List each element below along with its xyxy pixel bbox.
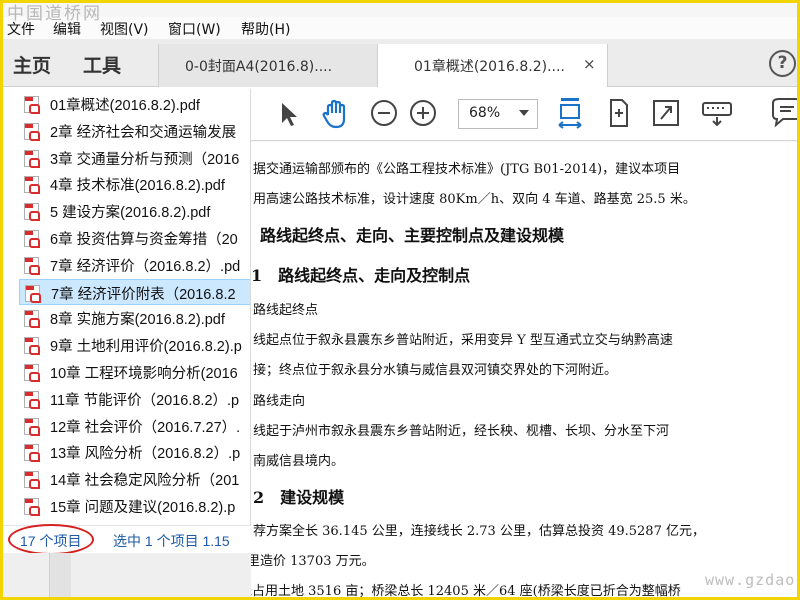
tab-tools[interactable]: 工具 xyxy=(83,51,121,78)
file-name: 5 建设方案(2016.8.2).pdf xyxy=(50,205,211,222)
file-list-item[interactable]: 9章 土地利用评价(2016.8.2).p xyxy=(19,332,250,358)
document-line: 路线走向 xyxy=(253,394,306,409)
rotate-page-icon[interactable] xyxy=(601,95,635,131)
sidebar-footer xyxy=(3,553,251,597)
pdf-file-icon xyxy=(24,390,40,409)
pdf-file-icon xyxy=(24,230,40,248)
pdf-file-icon xyxy=(24,444,40,463)
zoom-out-icon[interactable] xyxy=(367,95,401,131)
document-tab-active[interactable]: 01章概述(2016.8.2).... xyxy=(378,44,608,88)
file-list-item[interactable]: 7章 经济评价附表（2016.8.2 xyxy=(19,278,250,305)
menu-bar: 文件 编辑 视图(V) 窗口(W) 帮助(H) xyxy=(3,17,797,39)
watermark-top: 中国道桥网 xyxy=(7,4,102,24)
zoom-in-icon[interactable] xyxy=(406,95,440,131)
comment-icon[interactable] xyxy=(769,95,797,131)
pdf-file-icon xyxy=(24,122,40,141)
file-list-item[interactable]: 13章 风险分析（2016.8.2）.p xyxy=(19,439,250,465)
file-list-item[interactable]: 12章 社会评价（2016.7.27）. xyxy=(19,413,250,439)
highlight-circle xyxy=(8,524,94,555)
file-name: 11章 节能评价（2016.8.2）.p xyxy=(50,392,240,409)
file-list-item[interactable]: 10章 工程环境影响分析(2016 xyxy=(19,359,250,385)
pdf-file-icon xyxy=(25,284,41,303)
hand-icon[interactable] xyxy=(318,95,352,131)
file-name: 14章 社会稳定风险分析（201 xyxy=(50,473,240,490)
document-line: 接；终点位于叙永县分水镇与威信县双河镇交界处的下河附近。 xyxy=(253,363,618,378)
file-name: 12章 社会评价（2016.7.27）. xyxy=(50,419,241,436)
tab-bar: 主页 工具 0-0封面A4(2016.8).... 01章概述(2016.8.2… xyxy=(3,39,797,88)
selection-info: 选中 1 个项目 1.15 xyxy=(113,533,230,549)
document-tab-label: 01章概述(2016.8.2).... xyxy=(414,59,565,75)
file-name: 6章 投资估算与资金筹措（20 xyxy=(50,232,238,248)
keyboard-icon[interactable] xyxy=(700,95,734,131)
chevron-down-icon xyxy=(519,110,529,116)
menu-help[interactable]: 帮助(H) xyxy=(241,19,290,39)
scrollbar[interactable] xyxy=(49,553,71,597)
file-name: 13章 风险分析（2016.8.2）.p xyxy=(50,446,241,463)
pdf-file-icon xyxy=(24,337,40,356)
help-icon[interactable]: ? xyxy=(769,50,796,77)
file-list-item[interactable]: 4章 技术标准(2016.8.2).pdf xyxy=(19,171,250,197)
file-name: 10章 工程环境影响分析(2016 xyxy=(50,366,238,382)
file-list-item[interactable]: 7章 经济评价（2016.8.2）.pd xyxy=(19,252,250,278)
pdf-file-icon xyxy=(24,96,40,114)
app-window: 中国道桥网 文件 编辑 视图(V) 窗口(W) 帮助(H) 主页 工具 0-0封… xyxy=(0,0,800,600)
document-line: 线起点位于叙永县震东乡普站附近，采用变异 Y 型互通式立交与纳黔高速 xyxy=(253,333,673,348)
zoom-value: 68% xyxy=(469,105,501,121)
file-name: 7章 经济评价附表（2016.8.2 xyxy=(51,286,236,303)
tab-home[interactable]: 主页 xyxy=(13,51,51,78)
menu-window[interactable]: 窗口(W) xyxy=(168,19,221,39)
file-list-item[interactable]: 8章 实施方案(2016.8.2).pdf xyxy=(19,305,250,331)
pdf-file-icon xyxy=(24,256,40,275)
pdf-file-icon xyxy=(24,498,40,516)
file-name: 01章概述(2016.8.2).pdf xyxy=(50,98,200,114)
pdf-file-icon xyxy=(24,364,40,382)
document-line: 路线起终点 xyxy=(253,303,319,318)
zoom-dropdown[interactable]: 68% xyxy=(458,99,538,129)
fit-width-icon[interactable] xyxy=(553,95,587,131)
pdf-file-icon xyxy=(24,471,40,490)
watermark-bottom: www.gzdao.com xyxy=(705,571,797,589)
pdf-file-icon xyxy=(24,417,40,436)
fullscreen-icon[interactable] xyxy=(649,95,683,131)
menu-view[interactable]: 视图(V) xyxy=(100,19,149,39)
file-list-item[interactable]: 6章 投资估算与资金筹措（20 xyxy=(19,225,250,251)
select-arrow-icon[interactable] xyxy=(271,95,305,131)
file-list-item[interactable]: 3章 交通量分析与预测（2016 xyxy=(19,145,250,171)
file-list-item[interactable]: 01章概述(2016.8.2).pdf xyxy=(19,91,250,117)
pdf-file-icon xyxy=(24,203,40,222)
pdf-file-icon xyxy=(24,310,40,329)
file-list-item[interactable]: 5 建设方案(2016.8.2).pdf xyxy=(19,198,250,224)
document-line: 全线占用土地 3516 亩；桥梁总长 12405 米／64 座(桥梁长度已折合为… xyxy=(251,584,681,599)
file-list-item[interactable]: 15章 问题及建议(2016.8.2).p xyxy=(19,493,250,519)
file-list-panel: 01章概述(2016.8.2).pdf 2章 经济社会和交通运输发展 3章 交通量分… xyxy=(3,89,251,525)
document-subheading: 1 路线起终点、走向及控制点 xyxy=(251,266,471,285)
document-line: 南威信县境内。 xyxy=(253,454,345,469)
document-subheading: 2 建设规模 xyxy=(253,488,345,507)
file-name: 8章 实施方案(2016.8.2).pdf xyxy=(50,312,225,329)
file-name: 3章 交通量分析与预测（2016 xyxy=(50,151,240,168)
document-line: 荐方案全长 36.145 公里，连接线长 2.73 公里，估算总投资 49.52… xyxy=(253,524,705,539)
document-heading: 路线起终点、走向、主要控制点及建设规模 xyxy=(260,226,565,245)
file-name: 7章 经济评价（2016.8.2）.pd xyxy=(50,258,241,275)
pdf-file-icon xyxy=(24,149,40,168)
document-line: 用高速公路技术标准，设计速度 80Km／h、双向 4 车道、路基宽 25.5 米… xyxy=(253,192,696,207)
file-name: 15章 问题及建议(2016.8.2).p xyxy=(50,500,236,516)
document-line: 据交通运输部颁布的《公路工程技术标准》(JTG B01-2014)，建议本项目 xyxy=(253,162,681,177)
document-line: 平均每公里造价 13703 万元。 xyxy=(251,554,375,569)
file-name: 4章 技术标准(2016.8.2).pdf xyxy=(50,178,225,195)
file-list-item[interactable]: 2章 经济社会和交通运输发展 xyxy=(19,118,250,144)
document-tab-cover[interactable]: 0-0封面A4(2016.8).... xyxy=(158,44,378,87)
file-name: 2章 经济社会和交通运输发展 xyxy=(50,124,237,141)
document-line: 线起于泸州市叙永县震东乡普站附近，经长秧、枧槽、长坝、分水至下河 xyxy=(253,424,670,439)
pdf-file-icon xyxy=(24,176,40,195)
document-tab-label: 0-0封面A4(2016.8).... xyxy=(185,59,333,75)
document-page: 据交通运输部颁布的《公路工程技术标准》(JTG B01-2014)，建议本项目 … xyxy=(251,142,797,599)
close-tab-icon[interactable]: × xyxy=(583,55,596,73)
file-name: 9章 土地利用评价(2016.8.2).p xyxy=(50,339,242,356)
file-list-item[interactable]: 11章 节能评价（2016.8.2）.p xyxy=(19,386,250,412)
file-list-item[interactable]: 14章 社会稳定风险分析（201 xyxy=(19,466,250,492)
